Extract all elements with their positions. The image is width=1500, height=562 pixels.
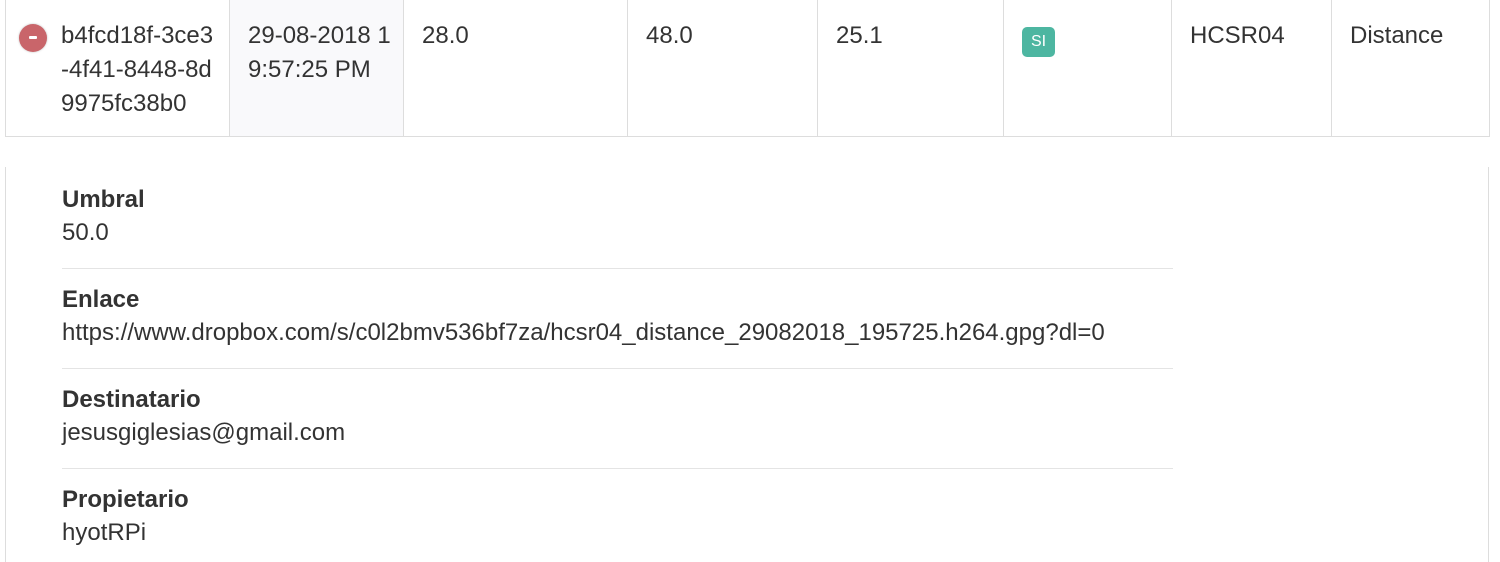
detail-list: Umbral 50.0 Enlace https://www.dropbox.c… <box>62 185 1173 562</box>
value-2-cell: 48.0 <box>627 0 818 137</box>
detail-item-umbral: Umbral 50.0 <box>62 185 1173 269</box>
detail-item-enlace: Enlace https://www.dropbox.com/s/c0l2bmv… <box>62 285 1173 369</box>
row-sensor: HCSR04 <box>1190 22 1285 49</box>
table-row[interactable]: b4fcd18f-3ce3-4f41-8448-8d9975fc38b0 29-… <box>5 0 1490 137</box>
value-1-cell: 28.0 <box>403 0 628 137</box>
detail-item-propietario: Propietario hyotRPi <box>62 485 1173 562</box>
row-date: 29-08-2018 19:57:25 PM <box>248 22 391 83</box>
detail-value: hyotRPi <box>62 519 147 546</box>
row-id: b4fcd18f-3ce3-4f41-8448-8d9975fc38b0 <box>61 22 214 117</box>
value-3-cell: 25.1 <box>817 0 1004 137</box>
row-value-2: 48.0 <box>646 22 693 49</box>
row-type: Distance <box>1350 22 1444 49</box>
detail-link[interactable]: https://www.dropbox.com/s/c0l2bmv536bf7z… <box>62 315 1173 351</box>
page: b4fcd18f-3ce3-4f41-8448-8d9975fc38b0 29-… <box>0 0 1500 562</box>
detail-title: Propietario <box>62 486 189 513</box>
row-details-panel: Umbral 50.0 Enlace https://www.dropbox.c… <box>5 167 1489 562</box>
detail-title: Enlace <box>62 286 140 313</box>
collapse-row-icon[interactable] <box>19 24 47 52</box>
date-cell: 29-08-2018 19:57:25 PM <box>229 0 404 137</box>
detail-item-destinatario: Destinatario jesusgiglesias@gmail.com <box>62 385 1173 469</box>
row-value-1: 28.0 <box>422 22 469 49</box>
sensor-cell: HCSR04 <box>1171 0 1332 137</box>
detail-value: 50.0 <box>62 219 109 246</box>
badge-cell: SI <box>1003 0 1172 137</box>
detail-value: jesusgiglesias@gmail.com <box>62 419 346 446</box>
detail-title: Umbral <box>62 186 145 213</box>
type-cell: Distance <box>1331 0 1490 137</box>
status-badge: SI <box>1022 27 1056 57</box>
row-value-3: 25.1 <box>836 22 883 49</box>
id-cell: b4fcd18f-3ce3-4f41-8448-8d9975fc38b0 <box>5 0 230 137</box>
data-table: b4fcd18f-3ce3-4f41-8448-8d9975fc38b0 29-… <box>5 0 1490 137</box>
detail-title: Destinatario <box>62 386 201 413</box>
